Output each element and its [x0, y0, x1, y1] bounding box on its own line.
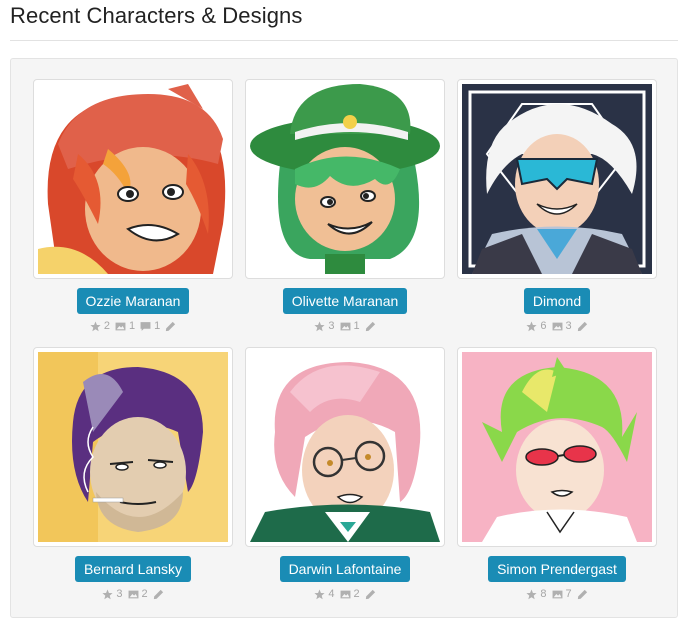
- character-portrait: [250, 352, 440, 542]
- character-thumbnail[interactable]: [457, 347, 657, 547]
- character-name-button[interactable]: Dimond: [523, 288, 591, 314]
- character-stats: 4 2: [243, 588, 447, 600]
- edit-link[interactable]: [153, 589, 164, 600]
- character-name-button[interactable]: Darwin Lafontaine: [279, 556, 411, 582]
- image-icon: [340, 590, 350, 598]
- star-icon: [314, 589, 325, 599]
- favorites-count: 8: [526, 588, 547, 600]
- character-portrait: [462, 352, 652, 542]
- star-icon: [314, 321, 325, 331]
- pencil-icon: [166, 321, 176, 331]
- pencil-icon: [153, 589, 163, 599]
- images-count: 2: [340, 588, 360, 600]
- star-icon: [526, 589, 537, 599]
- edit-link[interactable]: [165, 321, 176, 332]
- character-stats: 3 1: [243, 320, 447, 332]
- favorites-count: 3: [314, 320, 335, 332]
- character-name-button[interactable]: Bernard Lansky: [74, 556, 192, 582]
- character-thumbnail[interactable]: [245, 347, 445, 547]
- character-name-button[interactable]: Ozzie Maranan: [76, 288, 190, 314]
- edit-link[interactable]: [577, 321, 588, 332]
- favorites-count: 2: [90, 320, 110, 332]
- pencil-icon: [577, 321, 587, 331]
- favorites-count: 3: [102, 588, 123, 600]
- character-card: Simon Prendergast 8 7: [455, 347, 659, 600]
- images-count: 2: [128, 588, 148, 600]
- page-header: Recent Characters & Designs: [10, 2, 680, 41]
- pencil-icon: [577, 589, 587, 599]
- character-stats: 8 7: [455, 588, 659, 600]
- character-card: Darwin Lafontaine 4 2: [243, 347, 447, 600]
- character-portrait: [250, 84, 440, 274]
- pencil-icon: [365, 589, 375, 599]
- comments-count: 1: [140, 320, 160, 332]
- character-portrait: [38, 352, 228, 542]
- character-portrait: [462, 84, 652, 274]
- image-icon: [552, 322, 562, 330]
- image-icon: [552, 590, 562, 598]
- header-divider: [10, 40, 678, 41]
- favorites-count: 6: [526, 320, 547, 332]
- image-icon: [340, 322, 350, 330]
- image-icon: [115, 322, 126, 330]
- edit-link[interactable]: [365, 589, 376, 600]
- image-icon: [128, 590, 138, 598]
- images-count: 7: [552, 588, 572, 600]
- character-thumbnail[interactable]: [457, 79, 657, 279]
- character-stats: 6 3: [455, 320, 659, 332]
- character-stats: 2 1 1: [31, 320, 235, 332]
- star-icon: [526, 321, 537, 331]
- character-card: Ozzie Maranan 2 1 1: [31, 79, 235, 332]
- star-icon: [90, 321, 101, 331]
- images-count: 1: [115, 320, 135, 332]
- favorites-count: 4: [314, 588, 335, 600]
- character-card: Dimond 6 3: [455, 79, 659, 332]
- page-title: Recent Characters & Designs: [10, 3, 303, 28]
- character-stats: 3 2: [31, 588, 235, 600]
- character-card: Olivette Maranan 3 1: [243, 79, 447, 332]
- character-name-button[interactable]: Simon Prendergast: [488, 556, 626, 582]
- character-name-button[interactable]: Olivette Maranan: [282, 288, 408, 314]
- edit-link[interactable]: [365, 321, 376, 332]
- edit-link[interactable]: [577, 589, 588, 600]
- character-thumbnail[interactable]: [33, 79, 233, 279]
- character-thumbnail[interactable]: [33, 347, 233, 547]
- images-count: 1: [340, 320, 360, 332]
- pencil-icon: [365, 321, 375, 331]
- character-portrait: [38, 84, 228, 274]
- character-thumbnail[interactable]: [245, 79, 445, 279]
- images-count: 3: [552, 320, 572, 332]
- character-gallery: Ozzie Maranan 2 1 1 Olivette Maranan 3 1…: [10, 58, 678, 618]
- star-icon: [102, 589, 113, 599]
- comment-icon: [140, 321, 151, 331]
- character-card: Bernard Lansky 3 2: [31, 347, 235, 600]
